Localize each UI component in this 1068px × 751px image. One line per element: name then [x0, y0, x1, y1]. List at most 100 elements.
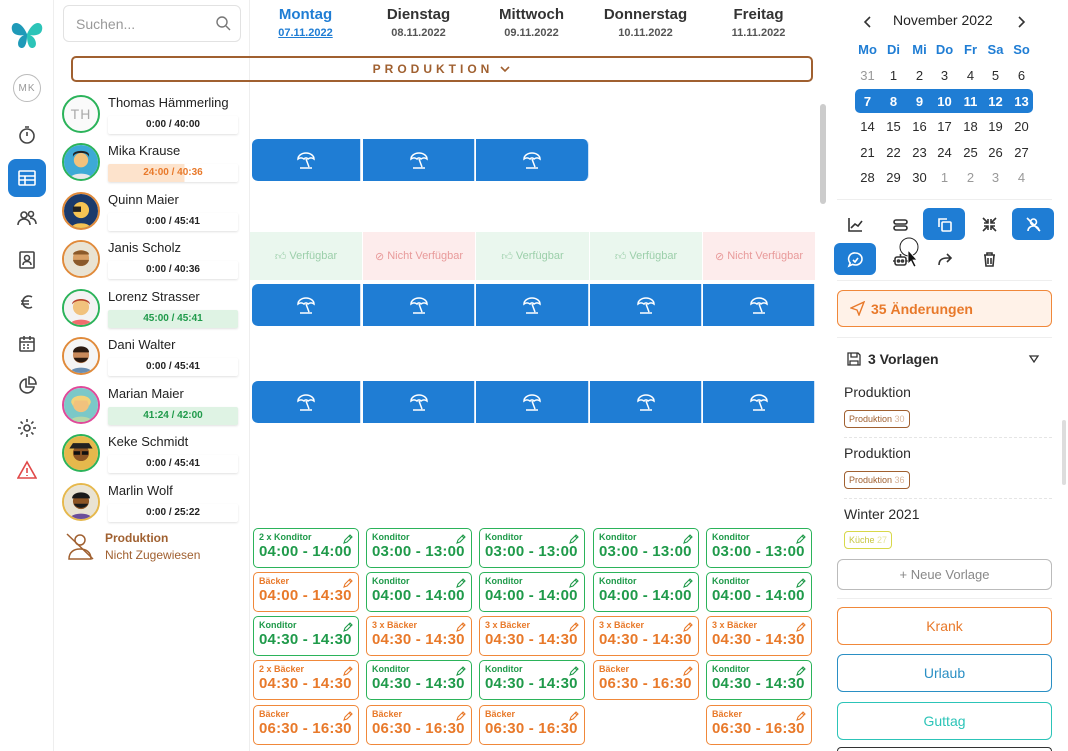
scrollbar[interactable] — [820, 104, 826, 204]
stopwatch-icon[interactable] — [8, 116, 46, 154]
vacation-cell[interactable] — [590, 381, 702, 423]
day-header-tuesday[interactable]: Dienstag 08.11.2022 — [362, 6, 475, 39]
pencil-icon[interactable] — [455, 709, 466, 721]
search-input[interactable]: Suchen... — [63, 5, 241, 42]
shift-card[interactable]: Konditor 04:30 - 14:30 — [479, 660, 585, 700]
vacation-cell[interactable] — [363, 284, 475, 326]
shift-card[interactable]: 3 x Bäcker 04:30 - 14:30 — [706, 616, 812, 656]
chevron-right-icon[interactable] — [1015, 15, 1027, 29]
day-header-wednesday[interactable]: Mittwoch 09.11.2022 — [475, 6, 588, 39]
employee-row[interactable]: Janis Scholz 0:00 / 40:36 — [62, 237, 242, 285]
calendar-day[interactable]: 14 — [855, 119, 880, 134]
shift-card[interactable]: Konditor 04:30 - 14:30 — [706, 660, 812, 700]
vacation-cell[interactable] — [363, 139, 475, 181]
shift-card[interactable]: Bäcker 06:30 - 16:30 — [593, 660, 699, 700]
vacation-cell[interactable] — [703, 381, 815, 423]
pencil-icon[interactable] — [568, 709, 579, 721]
pencil-icon[interactable] — [795, 532, 806, 544]
panel-scrollbar[interactable] — [1062, 420, 1066, 485]
schedule-table-icon[interactable] — [8, 159, 46, 197]
pencil-icon[interactable] — [682, 620, 693, 632]
employee-row[interactable]: Marlin Wolf 0:00 / 25:22 — [62, 480, 242, 528]
pencil-icon[interactable] — [342, 532, 353, 544]
vacation-cell[interactable] — [252, 284, 361, 326]
calendar-day[interactable]: 16 — [907, 119, 932, 134]
shift-card[interactable]: Bäcker 06:30 - 16:30 — [706, 705, 812, 745]
employee-row[interactable]: TH Thomas Hämmerling 0:00 / 40:00 — [62, 92, 242, 140]
shift-card[interactable]: Bäcker 06:30 - 16:30 — [479, 705, 585, 745]
calendar-day[interactable]: 22 — [881, 145, 906, 160]
next-button-edge[interactable] — [837, 747, 1052, 751]
day-header-friday[interactable]: Freitag 11.11.2022 — [702, 6, 815, 39]
pencil-icon[interactable] — [795, 620, 806, 632]
employee-row[interactable]: Quinn Maier 0:00 / 45:41 — [62, 189, 242, 237]
redo-icon[interactable] — [923, 243, 965, 275]
pencil-icon[interactable] — [795, 709, 806, 721]
pencil-icon[interactable] — [682, 576, 693, 588]
calendar-day[interactable]: 28 — [855, 170, 880, 185]
day-header-monday[interactable]: Montag 07.11.2022 — [249, 6, 362, 39]
calendar-day[interactable]: 23 — [907, 145, 932, 160]
calendar-day[interactable]: 1 — [932, 170, 957, 185]
vacation-cell[interactable] — [476, 381, 589, 423]
templates-header[interactable]: 3 Vorlagen — [847, 351, 939, 367]
availability-cell[interactable]: ⊘ Nicht Verfügbar — [363, 232, 475, 280]
compress-icon[interactable] — [968, 208, 1010, 240]
pencil-icon[interactable] — [682, 532, 693, 544]
shift-card[interactable]: Bäcker 06:30 - 16:30 — [253, 705, 359, 745]
calendar-day[interactable]: 6 — [1009, 68, 1034, 83]
template-tag[interactable]: Küche 27 — [844, 531, 893, 549]
calendar-day[interactable]: 1 — [881, 68, 906, 83]
shift-card[interactable]: Konditor 04:00 - 14:00 — [479, 572, 585, 612]
availability-cell[interactable]: 👍︎ Verfügbar — [590, 232, 702, 280]
calendar-day[interactable]: 24 — [932, 145, 957, 160]
employee-row[interactable]: Mika Krause 24:00 / 40:36 — [62, 140, 242, 188]
sick-button[interactable]: Krank — [837, 607, 1052, 645]
shift-card[interactable]: Konditor 03:00 - 13:00 — [479, 528, 585, 568]
employee-row[interactable]: Lorenz Strasser 45:00 / 45:41 — [62, 286, 242, 334]
availability-cell[interactable]: ⊘ Nicht Verfügbar — [703, 232, 815, 280]
chevron-left-icon[interactable] — [862, 15, 874, 29]
pencil-icon[interactable] — [342, 664, 353, 676]
contact-card-icon[interactable] — [8, 241, 46, 279]
shift-card[interactable]: Bäcker 06:30 - 16:30 — [366, 705, 472, 745]
pencil-icon[interactable] — [455, 576, 466, 588]
calendar-day[interactable]: 9 — [907, 94, 932, 109]
shift-card[interactable]: Konditor 03:00 - 13:00 — [366, 528, 472, 568]
caret-down-icon[interactable] — [1028, 354, 1040, 364]
template-name[interactable]: Produktion — [844, 384, 911, 400]
shift-card[interactable]: Konditor 04:30 - 14:30 — [253, 616, 359, 656]
calendar-day[interactable]: 7 — [855, 94, 880, 109]
availability-cell[interactable]: 👍︎ Verfügbar — [476, 232, 589, 280]
calendar-day[interactable]: 3 — [983, 170, 1008, 185]
calendar-day[interactable]: 11 — [958, 94, 983, 109]
template-tag[interactable]: Produktion 36 — [844, 471, 910, 489]
pencil-icon[interactable] — [342, 709, 353, 721]
calendar-day[interactable]: 25 — [958, 145, 983, 160]
pencil-icon[interactable] — [568, 532, 579, 544]
credit-day-button[interactable]: Guttag — [837, 702, 1052, 740]
shift-card[interactable]: 3 x Bäcker 04:30 - 14:30 — [366, 616, 472, 656]
warning-icon[interactable] — [8, 451, 46, 489]
shift-card[interactable]: Konditor 04:00 - 14:00 — [593, 572, 699, 612]
shift-card[interactable]: Konditor 04:00 - 14:00 — [366, 572, 472, 612]
shift-card[interactable]: 2 x Bäcker 04:30 - 14:30 — [253, 660, 359, 700]
pencil-icon[interactable] — [455, 664, 466, 676]
calendar-day[interactable]: 30 — [907, 170, 932, 185]
shift-card[interactable]: 2 x Konditor 04:00 - 14:00 — [253, 528, 359, 568]
pie-chart-icon[interactable] — [8, 367, 46, 405]
pencil-icon[interactable] — [568, 576, 579, 588]
chart-line-icon[interactable] — [834, 208, 876, 240]
calendar-day[interactable]: 5 — [983, 68, 1008, 83]
calendar-day[interactable]: 15 — [881, 119, 906, 134]
pencil-icon[interactable] — [795, 576, 806, 588]
calendar-day[interactable]: 2 — [958, 170, 983, 185]
vacation-cell[interactable] — [252, 139, 361, 181]
calendar-day[interactable]: 12 — [983, 94, 1008, 109]
settings-gear-icon[interactable] — [8, 409, 46, 447]
calendar-day[interactable]: 31 — [855, 68, 880, 83]
shift-card[interactable]: 3 x Bäcker 04:30 - 14:30 — [479, 616, 585, 656]
user-slash-icon[interactable] — [1012, 208, 1054, 240]
pencil-icon[interactable] — [455, 532, 466, 544]
shift-card[interactable]: 3 x Bäcker 04:30 - 14:30 — [593, 616, 699, 656]
